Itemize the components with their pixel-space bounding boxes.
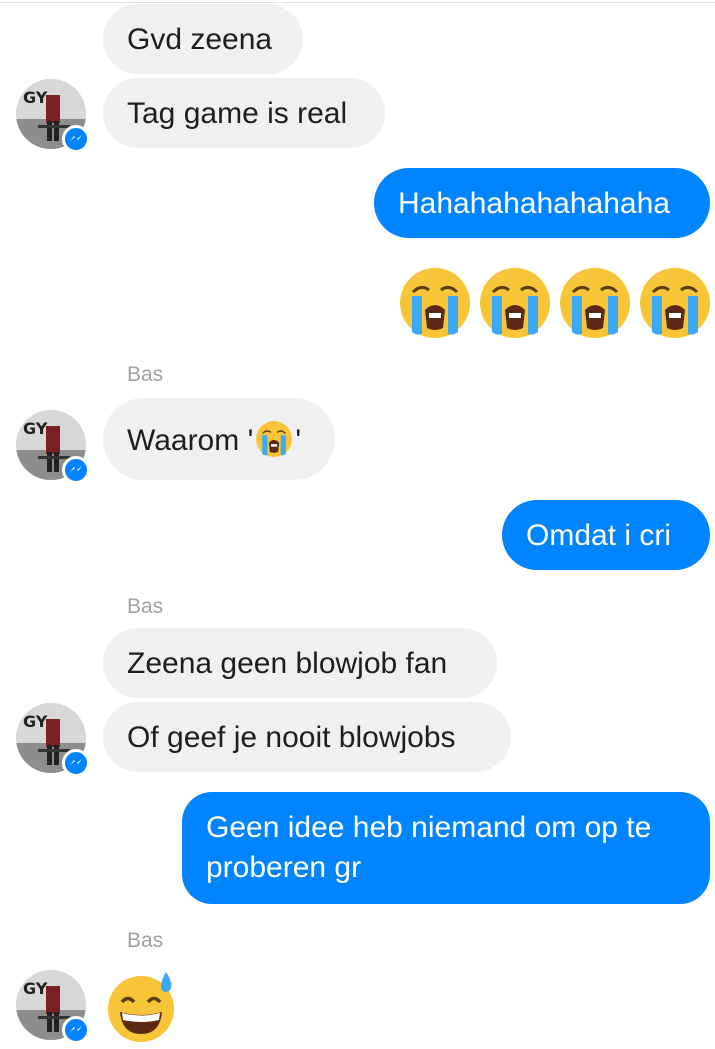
svg-text:GY: GY [23,419,48,438]
message-text: Zeena geen blowjob fan [127,647,448,680]
incoming-message-1[interactable]: Gvd zeena [103,4,303,74]
outgoing-message-1[interactable]: Hahahahahahahaha [374,168,710,238]
sender-name: Bas [127,363,164,386]
loudly-crying-face-icon [400,268,470,338]
incoming-message-3[interactable]: Waarom ' ' [103,398,335,480]
loudly-crying-face-icon [560,268,630,338]
outgoing-message-2[interactable]: Omdat i cri [502,500,710,570]
message-text: Tag game is real [127,97,348,130]
messenger-badge-icon [62,125,90,153]
message-text: Gvd zeena [127,23,273,56]
outgoing-message-3[interactable]: Geen idee heb niemand om op te proberen … [182,792,710,904]
avatar[interactable]: GY [16,970,90,1044]
incoming-message-5[interactable]: Of geef je nooit blowjobs [103,702,511,772]
message-text: Of geef je nooit blowjobs [127,721,456,754]
top-divider [0,2,715,3]
loudly-crying-face-icon [480,268,550,338]
svg-text:GY: GY [23,979,48,998]
avatar[interactable]: GY [16,703,90,777]
loudly-crying-face-icon [256,421,293,457]
outgoing-emoji-message[interactable] [398,266,715,340]
incoming-message-4[interactable]: Zeena geen blowjob fan [103,628,497,698]
message-text: Waarom ' [127,424,254,457]
message-text: ' [295,424,302,457]
messenger-badge-icon [62,456,90,484]
svg-text:GY: GY [23,712,48,731]
sender-name: Bas [127,595,164,618]
message-text: Hahahahahahahaha [398,187,670,220]
loudly-crying-face-icon [640,268,710,338]
message-text: Omdat i cri [526,519,672,552]
messenger-badge-icon [62,749,90,777]
messenger-badge-icon [62,1016,90,1044]
svg-text:GY: GY [23,88,48,107]
avatar[interactable]: GY [16,410,90,484]
message-text: Geen idee heb niemand om op te proberen … [206,811,652,884]
sender-name: Bas [127,929,164,952]
grinning-face-with-sweat-icon[interactable] [104,970,178,1044]
incoming-message-2[interactable]: Tag game is real [103,78,385,148]
avatar[interactable]: GY [16,79,90,153]
